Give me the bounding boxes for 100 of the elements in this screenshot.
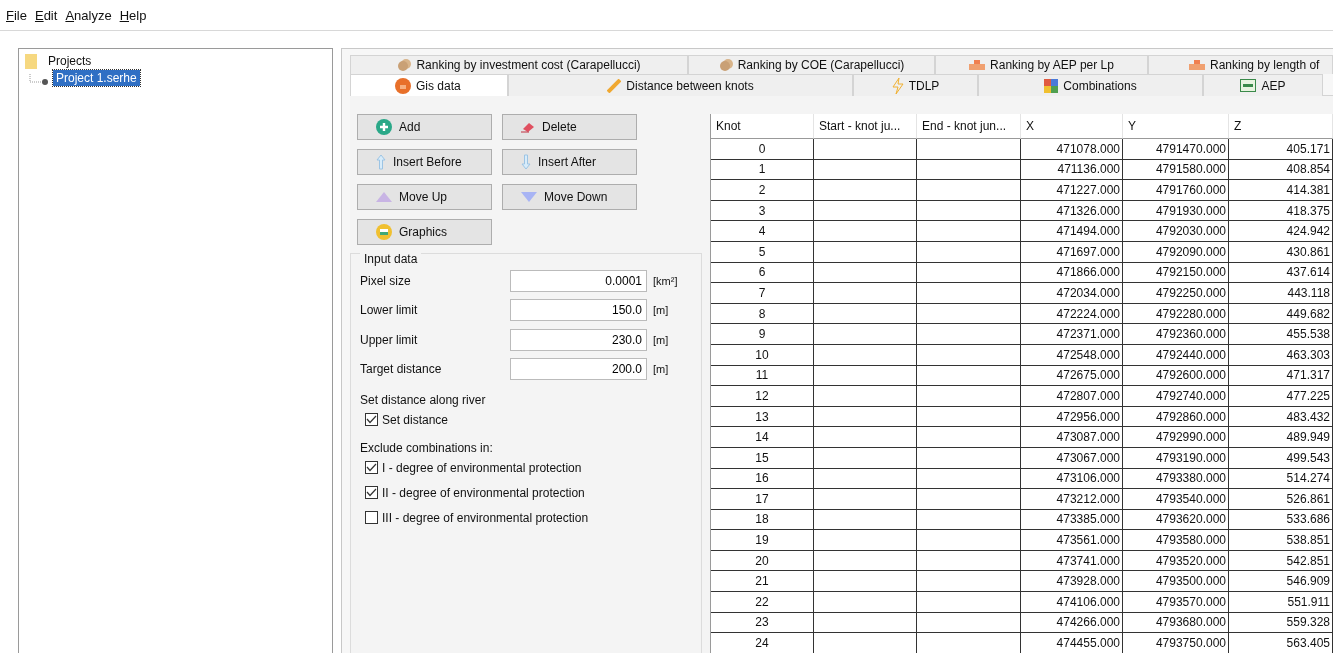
toolbar-button[interactable]: Delete [502,114,637,140]
table-cell: 20 [711,550,814,572]
column-header[interactable]: Start - knot ju... [814,114,917,139]
tab[interactable]: Ranking by investment cost (Carapellucci) [350,55,688,74]
table-cell: 489.949 [1229,427,1333,448]
grid-icon [1044,78,1059,93]
table-cell: 4792600.000 [1123,365,1229,387]
table-cell: 477.225 [1229,386,1333,407]
group-title: Input data [360,252,422,266]
table-cell: 559.328 [1229,612,1333,634]
input-field[interactable]: 0.0001 [510,269,647,292]
menu-item[interactable]: Edit [34,7,58,23]
table-cell: 533.686 [1229,509,1333,531]
toolbar-button[interactable]: Add [357,114,492,140]
column-header[interactable]: Z [1229,114,1333,139]
table-cell: 15 [711,447,814,469]
menu-item[interactable]: Analyze [65,7,112,23]
checkbox[interactable] [365,413,378,426]
menu-item[interactable]: File [6,7,27,23]
column-header[interactable]: Knot [711,114,814,139]
checkbox-label[interactable]: II - degree of environmental protection [382,485,585,500]
table-cell: 13 [711,406,814,428]
table-cell: 546.909 [1229,571,1333,593]
table-cell: 472034.000 [1021,283,1123,304]
table-cell: 472371.000 [1021,324,1123,345]
tab[interactable]: Ranking by COE (Carapellucci) [688,55,935,74]
table-cell: 4792360.000 [1123,324,1229,345]
input-field[interactable]: 230.0 [510,328,647,351]
toolbar-button[interactable]: Insert Before [357,149,492,175]
table-cell: 551.911 [1229,592,1333,613]
toolbar-button[interactable]: Graphics [357,219,492,245]
tree-item[interactable]: Project 1.serhe [53,70,140,86]
unit-label: [m] [653,363,669,376]
table-cell: 3 [711,200,814,222]
column-header[interactable]: End - knot jun... [917,114,1021,139]
table-cell: 4793620.000 [1123,509,1229,531]
section-heading: Set distance along river [360,393,487,407]
tab[interactable]: Ranking by AEP per Lp [935,55,1148,74]
checkbox-label[interactable]: III - degree of environmental protection [382,510,589,525]
table-cell: 8 [711,303,814,325]
toolbar-button[interactable]: Insert After [502,149,637,175]
tab[interactable]: Ranking by length of [1148,55,1333,74]
tab[interactable]: TDLP [853,74,978,96]
table-cell: 9 [711,324,814,345]
disc-icon [395,77,411,94]
table-cell: 472956.000 [1021,406,1123,428]
down-arrow-icon [521,154,531,170]
triangle-down-icon [521,192,537,202]
table-cell: 4793190.000 [1123,447,1229,469]
screen-icon [1240,79,1257,92]
table-cell: 2 [711,180,814,201]
toolbar-button[interactable]: Move Up [357,184,492,210]
table-cell: 4793520.000 [1123,550,1229,572]
blocks-icon [969,60,986,70]
input-field[interactable]: 200.0 [510,358,647,381]
checkbox-label[interactable]: I - degree of environmental protection [382,460,582,475]
table-cell: 473087.000 [1021,427,1123,448]
table-cell: 4793380.000 [1123,468,1229,490]
table-cell: 473106.000 [1021,468,1123,490]
checkbox[interactable] [365,511,378,524]
table-cell: 449.682 [1229,303,1333,325]
table-cell: 4791470.000 [1123,139,1229,160]
table-cell: 474455.000 [1021,633,1123,653]
unit-label: [km²] [653,274,678,287]
table-cell: 473561.000 [1021,530,1123,551]
table-cell: 10 [711,344,814,366]
tab[interactable]: AEP [1203,74,1323,96]
table-cell: 4793570.000 [1123,592,1229,613]
table-cell: 514.274 [1229,468,1333,490]
table-cell: 414.381 [1229,180,1333,201]
table-cell: 526.861 [1229,489,1333,510]
table-cell: 23 [711,612,814,634]
column-header[interactable]: Y [1123,114,1229,139]
field-label: Upper limit [360,332,419,347]
checkbox-label[interactable]: Set distance [382,412,449,427]
table-cell: 4792030.000 [1123,221,1229,242]
tab[interactable]: Combinations [978,74,1203,96]
checkbox[interactable] [365,461,378,474]
table-cell: 4792860.000 [1123,406,1229,428]
menu-item[interactable]: Help [119,7,147,23]
table-cell: 7 [711,283,814,304]
table-cell: 4793500.000 [1123,571,1229,593]
checkbox[interactable] [365,486,378,499]
tab[interactable]: Gis data [350,74,508,96]
table-cell: 473385.000 [1021,509,1123,531]
table-cell: 471326.000 [1021,200,1123,222]
table-cell: 1 [711,159,814,181]
folder-icon [25,53,37,69]
table-cell: 472548.000 [1021,344,1123,366]
input-field[interactable]: 150.0 [510,299,647,322]
tree-item[interactable]: Projects [45,53,95,69]
toolbar-button[interactable]: Move Down [502,184,637,210]
table-cell: 430.861 [1229,241,1333,263]
table-cell: 4793580.000 [1123,530,1229,551]
table-cell: 542.851 [1229,550,1333,572]
tab[interactable]: Distance between knots [508,74,853,96]
column-header[interactable]: X [1021,114,1123,139]
table-cell: 4792740.000 [1123,386,1229,407]
table-cell: 4792090.000 [1123,241,1229,263]
coins-icon [718,58,733,72]
